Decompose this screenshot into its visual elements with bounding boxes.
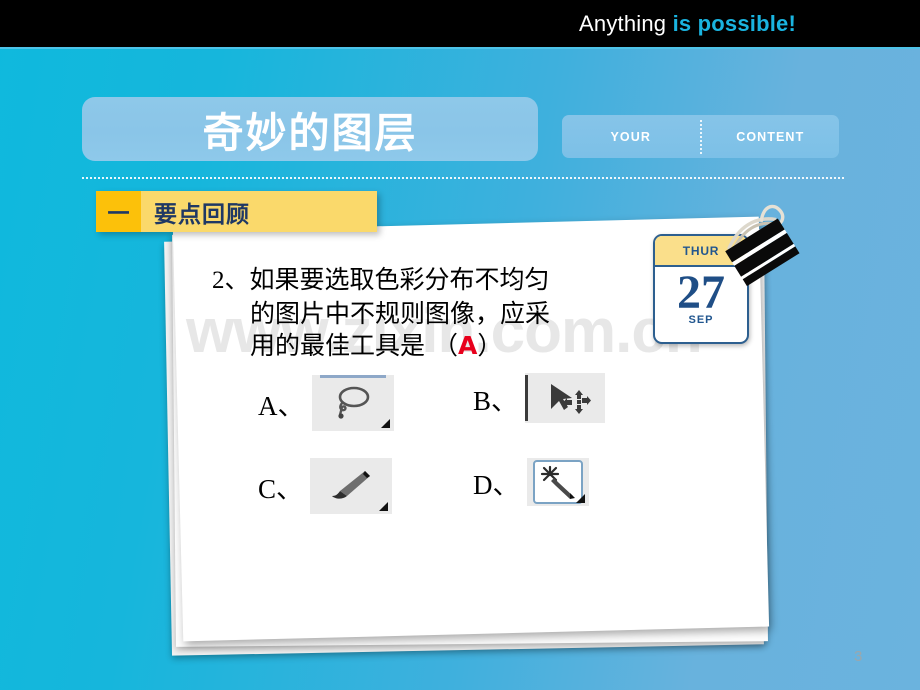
banner-tagline-accent: is possible! <box>672 10 796 36</box>
question-line-3-prefix: 用的最佳工具是 （ <box>250 331 458 360</box>
banner-tagline-primary: Anything <box>579 10 673 36</box>
option-d-label: D、 <box>473 469 520 500</box>
calendar-month: SEP <box>688 313 714 326</box>
section-label: 要点回顾 <box>154 201 250 228</box>
option-a[interactable]: A、 <box>258 375 394 431</box>
lasso-tool-icon[interactable] <box>311 375 394 431</box>
binder-clip-icon <box>714 203 810 289</box>
question-answer: A <box>457 331 478 360</box>
section-number: 一 <box>96 191 141 232</box>
tool-group-indicator-icon <box>379 502 389 511</box>
slide-title-pill: 奇妙的图层 <box>82 97 538 161</box>
question-line-2: 的图片中不规则图像，应采 <box>250 298 551 328</box>
option-c-label: C、 <box>258 473 304 504</box>
top-banner: Anything is possible! <box>0 0 920 47</box>
question-number: 2、 <box>212 267 250 294</box>
brush-tool-icon[interactable] <box>310 458 393 514</box>
option-a-label: A、 <box>258 390 305 421</box>
option-b[interactable]: B、 <box>473 373 606 423</box>
magic-wand-tool-box[interactable] <box>526 458 589 506</box>
question-line-3-suffix: ） <box>477 331 503 360</box>
question-line-1: 如果要选取色彩分布不均匀 <box>249 265 550 294</box>
tab-content[interactable]: CONTENT <box>702 130 840 144</box>
tool-group-indicator-icon <box>380 419 390 428</box>
banner-underline <box>0 47 920 49</box>
move-tool-icon[interactable] <box>525 373 606 423</box>
banner-tagline: Anything is possible! <box>579 11 920 37</box>
slide-canvas: Anything is possible! 奇妙的图层 YOUR CONTENT… <box>0 0 920 690</box>
option-b-label: B、 <box>473 385 519 416</box>
page-title: 奇妙的图层 <box>202 109 418 157</box>
option-c[interactable]: C、 <box>258 458 393 514</box>
question-block: 2、如果要选取色彩分布不均匀 的图片中不规则图像，应采 用的最佳工具是 （A） <box>212 264 632 363</box>
page-number: 3 <box>854 648 863 665</box>
tool-group-indicator-icon <box>575 494 585 503</box>
section-tab[interactable]: 一 要点回顾 <box>96 191 377 232</box>
header-divider <box>82 177 844 179</box>
header-tabs[interactable]: YOUR CONTENT <box>562 115 839 158</box>
option-d[interactable]: D、 <box>473 458 589 506</box>
tab-your[interactable]: YOUR <box>562 130 700 144</box>
